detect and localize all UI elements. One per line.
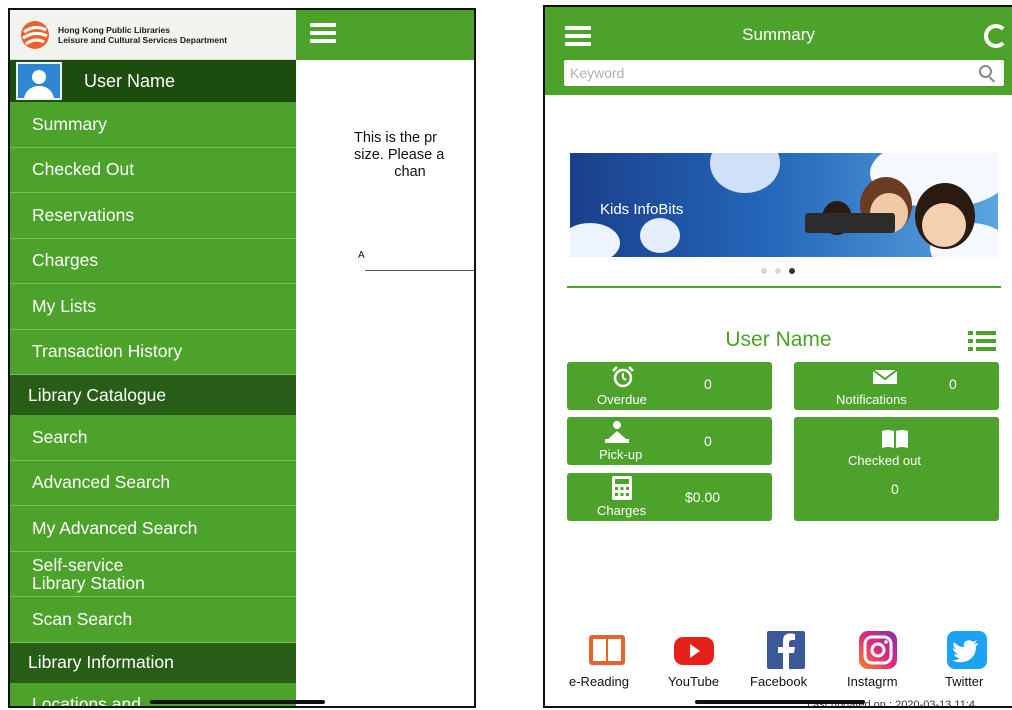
navigation-drawer: Hong Kong Public Libraries Leisure and C…: [10, 10, 296, 706]
charges-tile[interactable]: Charges $0.00: [567, 473, 772, 521]
search-icon[interactable]: [979, 65, 992, 78]
hamburger-menu-icon[interactable]: [310, 23, 336, 43]
pickup-count: 0: [704, 433, 712, 449]
carousel-dot-active[interactable]: [789, 268, 795, 274]
checked-out-count: 0: [891, 481, 899, 497]
keyword-search-input[interactable]: [564, 60, 964, 86]
menu-item-transaction-history[interactable]: Transaction History: [10, 330, 296, 375]
main-content-text: This is the pr size. Please a chan: [354, 130, 445, 180]
section-divider: [567, 286, 1001, 288]
charges-amount: $0.00: [685, 489, 721, 505]
open-book-icon: [882, 430, 908, 448]
drawer-user-row[interactable]: User Name: [10, 60, 296, 102]
overdue-tile[interactable]: Overdue 0: [567, 362, 772, 410]
summary-user-name: User Name: [725, 328, 832, 351]
instagram-button[interactable]: [855, 631, 899, 669]
youtube-icon: [674, 637, 714, 665]
org-name-line1: Hong Kong Public Libraries: [58, 24, 170, 35]
pickup-label: Pick-up: [599, 447, 643, 462]
main-content-label: A: [358, 250, 365, 261]
alarm-clock-icon: [612, 366, 634, 388]
notifications-label: Notifications: [836, 392, 907, 407]
menu-item-my-lists[interactable]: My Lists: [10, 284, 296, 330]
right-phone-screen: Summary Kids InfoBits User Name: [543, 5, 1012, 708]
drawer-user-name: User Name: [84, 70, 176, 91]
page-title: Summary: [742, 25, 815, 44]
twitter-button[interactable]: [945, 631, 989, 669]
menu-item-my-advanced-search[interactable]: My Advanced Search: [10, 506, 296, 552]
checked-out-label: Checked out: [848, 453, 921, 468]
charges-label: Charges: [597, 503, 647, 518]
drawer-header: Hong Kong Public Libraries Leisure and C…: [10, 10, 296, 60]
avatar-icon: [16, 62, 62, 100]
facebook-button[interactable]: [763, 631, 807, 669]
refresh-icon[interactable]: [984, 24, 1008, 48]
main-top-bar: [296, 10, 474, 60]
overdue-label: Overdue: [597, 392, 647, 407]
promo-banner[interactable]: Kids InfoBits: [570, 153, 998, 257]
overdue-count: 0: [704, 376, 712, 392]
facebook-label: Facebook: [750, 674, 808, 689]
notifications-tile[interactable]: Notifications 0: [794, 362, 999, 410]
list-view-icon[interactable]: [968, 331, 996, 351]
menu-section-library-information: Library Information: [10, 642, 296, 683]
home-indicator[interactable]: [695, 700, 865, 704]
left-phone-screen: Hong Kong Public Libraries Leisure and C…: [8, 8, 476, 708]
carousel-dot[interactable]: [775, 268, 781, 274]
main-content-divider: [365, 270, 474, 271]
home-indicator[interactable]: [150, 700, 325, 704]
menu-item-summary[interactable]: Summary: [10, 102, 296, 148]
calculator-icon: [612, 476, 632, 500]
notifications-count: 0: [949, 376, 957, 392]
menu-item-reservations[interactable]: Reservations: [10, 193, 296, 239]
carousel-dot[interactable]: [761, 268, 767, 274]
drawer-menu: Summary Checked Out Reservations Charges My …: [10, 102, 296, 706]
menu-item-search[interactable]: Search: [10, 415, 296, 461]
envelope-icon: [872, 369, 898, 384]
twitter-label: Twitter: [945, 674, 984, 689]
twitter-icon: [947, 631, 987, 669]
youtube-label: YouTube: [668, 674, 720, 689]
summary-top-bar: Summary: [545, 7, 1012, 95]
org-name: Hong Kong Public Libraries Leisure and C…: [58, 25, 227, 45]
e-reading-button[interactable]: [585, 631, 629, 669]
facebook-icon: [767, 631, 805, 669]
pickup-tile[interactable]: Pick-up 0: [567, 417, 772, 465]
search-bar: [564, 60, 1004, 86]
banner-title: Kids InfoBits: [600, 201, 684, 218]
menu-section-library-catalogue: Library Catalogue: [10, 375, 296, 415]
carousel-dots: [761, 268, 795, 274]
menu-item-advanced-search[interactable]: Advanced Search: [10, 461, 296, 506]
instagram-label: Instagrm: [847, 674, 898, 689]
hkpl-logo-icon: [18, 20, 52, 50]
menu-item-charges[interactable]: Charges: [10, 239, 296, 284]
menu-item-scan-search[interactable]: Scan Search: [10, 597, 296, 643]
instagram-icon: [859, 631, 897, 669]
checked-out-tile[interactable]: Checked out 0: [794, 417, 999, 521]
book-icon: [589, 635, 625, 665]
menu-item-checked-out[interactable]: Checked Out: [10, 148, 296, 193]
menu-item-self-service-library-station[interactable]: Self-service Library Station: [10, 552, 296, 597]
pickup-person-icon: [605, 421, 629, 443]
e-reading-label: e-Reading: [569, 674, 629, 689]
org-name-line2: Leisure and Cultural Services Department: [58, 34, 228, 45]
menu-item-locations-and[interactable]: Locations and: [10, 683, 296, 706]
youtube-button[interactable]: [672, 631, 716, 669]
